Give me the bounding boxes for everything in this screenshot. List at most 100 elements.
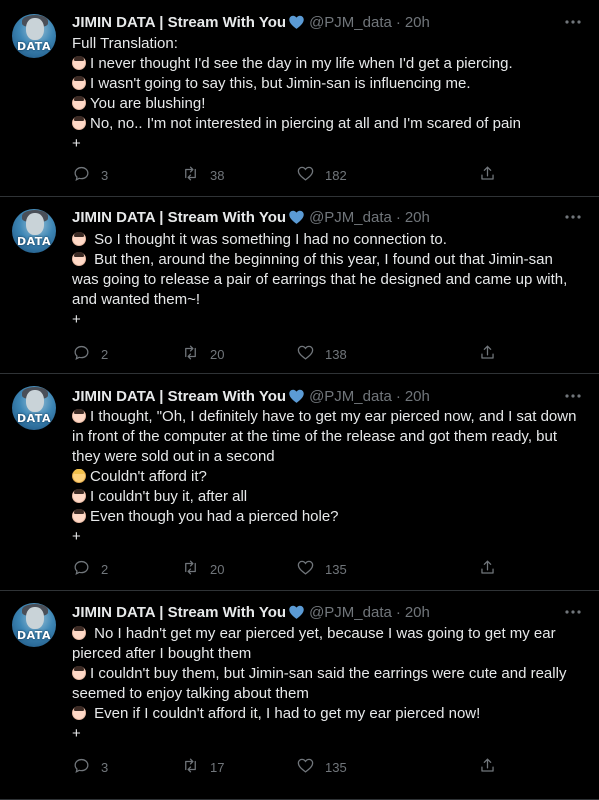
like-count: 135: [325, 561, 347, 577]
tweet-line: +: [72, 724, 583, 744]
person-emoji-icon: [72, 76, 86, 90]
heart-icon: [296, 558, 315, 580]
reply-button[interactable]: 3: [72, 756, 108, 778]
avatar[interactable]: DATA: [12, 386, 56, 430]
tweet[interactable]: DATA JIMIN DATA | Stream With You @PJM_d…: [0, 591, 599, 800]
share-icon: [478, 558, 497, 580]
tweet-actions: 3 38 182: [72, 164, 512, 188]
tweet-line-text: No, no.. I'm not interested in piercing …: [90, 115, 521, 132]
tweet-line-text: Couldn't afford it?: [90, 468, 207, 485]
reply-count: 2: [101, 561, 109, 577]
person-emoji-icon: [72, 56, 86, 70]
tweet-time[interactable]: 20h: [405, 14, 430, 31]
tweet-content: JIMIN DATA | Stream With You @PJM_data ·…: [72, 602, 583, 744]
tweet-actions: 2 20 135: [72, 558, 512, 582]
tweet-line: I thought, "Oh, I definitely have to get…: [72, 407, 583, 467]
retweet-count: 20: [210, 346, 225, 362]
verified-heart-icon: [288, 209, 305, 226]
verified-heart-icon: [288, 604, 305, 621]
tweet-time[interactable]: 20h: [405, 209, 430, 226]
avatar-face: [26, 213, 44, 235]
person-emoji-icon: [72, 666, 86, 680]
author-name[interactable]: JIMIN DATA | Stream With You: [72, 604, 286, 621]
reply-button[interactable]: 2: [72, 558, 108, 580]
share-icon: [478, 343, 497, 365]
avatar-label: DATA: [17, 40, 51, 53]
retweet-button[interactable]: 20: [181, 558, 224, 580]
blonde-person-emoji-icon: [72, 469, 86, 483]
avatar[interactable]: DATA: [12, 14, 56, 58]
tweet-actions: 3 17 135: [72, 756, 512, 780]
tweet[interactable]: DATA JIMIN DATA | Stream With You @PJM_d…: [0, 374, 599, 591]
reply-icon: [72, 343, 91, 365]
tweet-line: Full Translation:: [72, 34, 583, 54]
tweet-time[interactable]: 20h: [405, 604, 430, 621]
like-button[interactable]: 135: [296, 756, 347, 778]
share-icon: [478, 164, 497, 186]
like-button[interactable]: 138: [296, 343, 347, 365]
author-name[interactable]: JIMIN DATA | Stream With You: [72, 388, 286, 405]
tweet-line-text: Even if I couldn't afford it, I had to g…: [90, 705, 481, 722]
reply-count: 2: [101, 346, 109, 362]
tweet-line-text: So I thought it was something I had no c…: [90, 231, 447, 248]
tweet-line: +: [72, 134, 583, 154]
retweet-button[interactable]: 20: [181, 343, 224, 365]
share-button[interactable]: [478, 558, 497, 580]
person-emoji-icon: [72, 232, 86, 246]
reply-count: 3: [101, 759, 109, 775]
like-button[interactable]: 135: [296, 558, 347, 580]
author-name[interactable]: JIMIN DATA | Stream With You: [72, 14, 286, 31]
like-button[interactable]: 182: [296, 164, 347, 186]
tweet-line-text: I wasn't going to say this, but Jimin-sa…: [90, 75, 471, 92]
tweet[interactable]: DATA JIMIN DATA | Stream With You @PJM_d…: [0, 0, 599, 197]
tweet-line: I couldn't buy it, after all: [72, 487, 583, 507]
tweet-line: +: [72, 310, 583, 330]
reply-button[interactable]: 3: [72, 164, 108, 186]
avatar[interactable]: DATA: [12, 603, 56, 647]
tweet-line: But then, around the beginning of this y…: [72, 250, 583, 310]
share-icon: [478, 756, 497, 778]
tweet-header: JIMIN DATA | Stream With You @PJM_data ·…: [72, 602, 583, 622]
share-button[interactable]: [478, 343, 497, 365]
person-emoji-icon: [72, 252, 86, 266]
retweet-count: 17: [210, 759, 225, 775]
like-count: 135: [325, 759, 347, 775]
separator-dot: ·: [395, 13, 401, 31]
person-emoji-icon: [72, 489, 86, 503]
author-handle[interactable]: @PJM_data: [309, 209, 392, 226]
reply-icon: [72, 164, 91, 186]
tweet-line: Even if I couldn't afford it, I had to g…: [72, 704, 583, 724]
tweet-line: No, no.. I'm not interested in piercing …: [72, 114, 583, 134]
tweet-text: So I thought it was something I had no c…: [72, 230, 583, 330]
retweet-button[interactable]: 38: [181, 164, 224, 186]
tweet-line: +: [72, 527, 583, 547]
tweet-header: JIMIN DATA | Stream With You @PJM_data ·…: [72, 207, 583, 227]
tweet-line-text: +: [72, 135, 81, 152]
tweet-line-text: +: [72, 725, 81, 742]
like-count: 182: [325, 167, 347, 183]
tweet[interactable]: DATA JIMIN DATA | Stream With You @PJM_d…: [0, 197, 599, 374]
reply-count: 3: [101, 167, 109, 183]
tweet-line: No I hadn't get my ear pierced yet, beca…: [72, 624, 583, 664]
tweet-line: I couldn't buy them, but Jimin-san said …: [72, 664, 583, 704]
avatar[interactable]: DATA: [12, 209, 56, 253]
tweet-line-text: But then, around the beginning of this y…: [72, 251, 572, 308]
tweet-actions: 2 20 138: [72, 343, 512, 367]
author-handle[interactable]: @PJM_data: [309, 14, 392, 31]
tweet-line: I wasn't going to say this, but Jimin-sa…: [72, 74, 583, 94]
share-button[interactable]: [478, 756, 497, 778]
person-emoji-icon: [72, 116, 86, 130]
author-handle[interactable]: @PJM_data: [309, 388, 392, 405]
verified-heart-icon: [288, 14, 305, 31]
separator-dot: ·: [395, 387, 401, 405]
tweet-time[interactable]: 20h: [405, 388, 430, 405]
person-emoji-icon: [72, 626, 86, 640]
retweet-button[interactable]: 17: [181, 756, 224, 778]
author-handle[interactable]: @PJM_data: [309, 604, 392, 621]
person-emoji-icon: [72, 706, 86, 720]
person-emoji-icon: [72, 409, 86, 423]
author-name[interactable]: JIMIN DATA | Stream With You: [72, 209, 286, 226]
person-emoji-icon: [72, 509, 86, 523]
share-button[interactable]: [478, 164, 497, 186]
reply-button[interactable]: 2: [72, 343, 108, 365]
